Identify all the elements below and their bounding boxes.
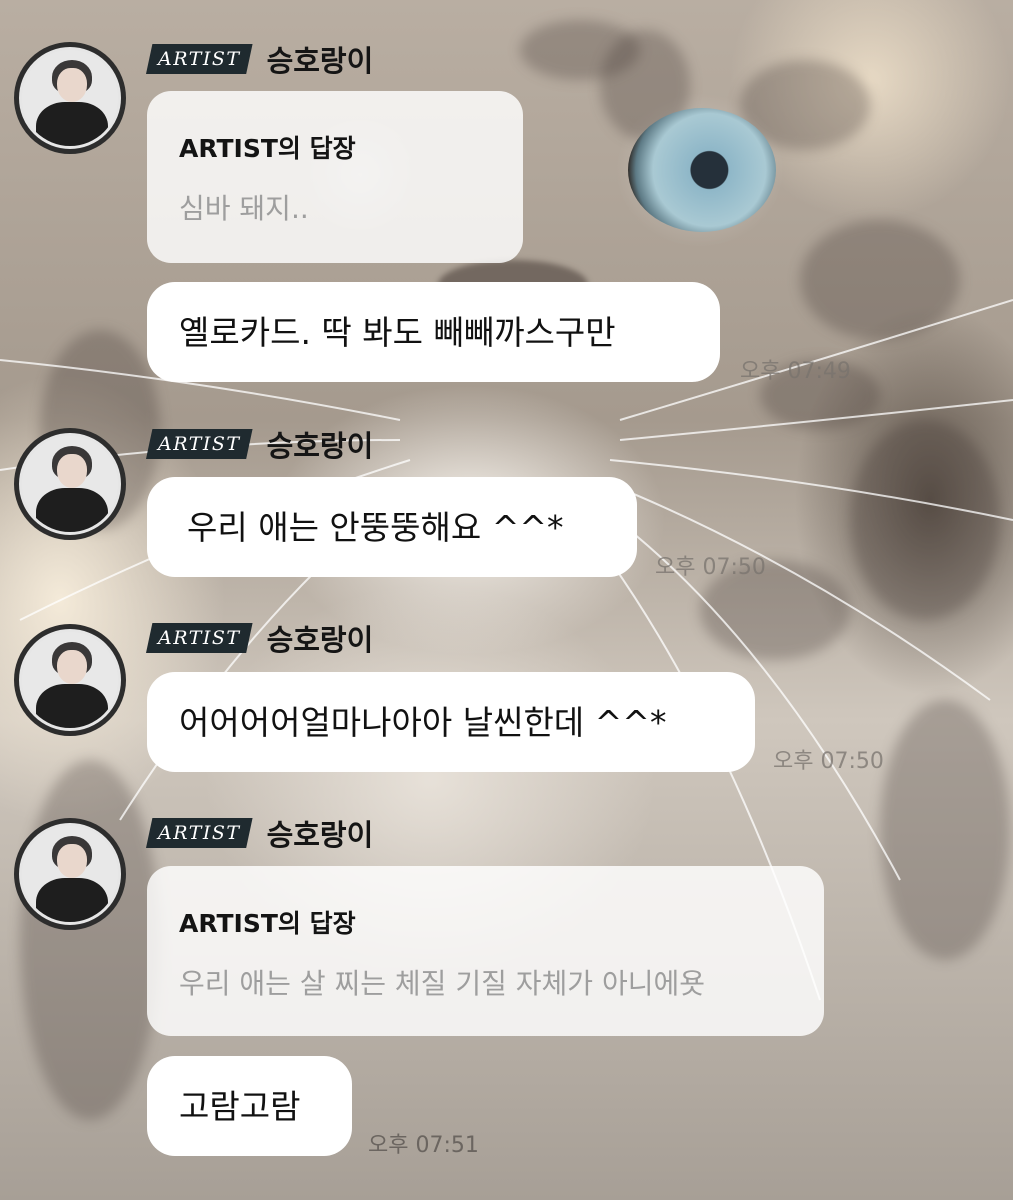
reply-quoted-text: 우리 애는 살 찌는 체질 기질 자체가 아니에욧 <box>179 967 705 1000</box>
message-time: 오후 07:50 <box>655 555 766 580</box>
artist-badge: ARTIST <box>146 623 253 653</box>
artist-avatar[interactable] <box>14 428 126 540</box>
artist-avatar[interactable] <box>14 42 126 154</box>
sender-name[interactable]: 승호랑이 <box>267 812 374 854</box>
message-bubble[interactable]: 우리 애는 안뚱뚱해요 ^^* <box>147 477 637 577</box>
artist-badge: ARTIST <box>146 429 253 459</box>
reply-title: ARTIST의 답장 <box>179 909 356 938</box>
artist-avatar[interactable] <box>14 624 126 736</box>
message-bubble[interactable]: 어어어어얼마나아아 날씬한데 ^^* <box>147 672 755 772</box>
message-time: 오후 07:51 <box>368 1133 479 1158</box>
reply-quote-card[interactable]: ARTIST의 답장 우리 애는 살 찌는 체질 기질 자체가 아니에욧 <box>147 866 824 1036</box>
sender-name[interactable]: 승호랑이 <box>267 617 374 659</box>
sender-name[interactable]: 승호랑이 <box>267 423 374 465</box>
sender-name[interactable]: 승호랑이 <box>267 38 374 80</box>
artist-badge: ARTIST <box>146 44 253 74</box>
reply-quoted-text: 심바 돼지.. <box>179 192 309 225</box>
message-bubble[interactable]: 옐로카드. 딱 봐도 빼빼까스구만 <box>147 282 720 382</box>
reply-quote-card[interactable]: ARTIST의 답장 심바 돼지.. <box>147 91 523 263</box>
message-header: ARTIST 승호랑이 <box>146 816 373 852</box>
message-header: ARTIST 승호랑이 <box>146 621 373 657</box>
message-bubble[interactable]: 고람고람 <box>147 1056 352 1156</box>
message-time: 오후 07:49 <box>740 359 851 384</box>
message-time: 오후 07:50 <box>773 749 884 774</box>
artist-avatar[interactable] <box>14 818 126 930</box>
message-header: ARTIST 승호랑이 <box>146 42 373 78</box>
message-header: ARTIST 승호랑이 <box>146 427 373 463</box>
artist-badge: ARTIST <box>146 818 253 848</box>
reply-title: ARTIST의 답장 <box>179 134 356 163</box>
